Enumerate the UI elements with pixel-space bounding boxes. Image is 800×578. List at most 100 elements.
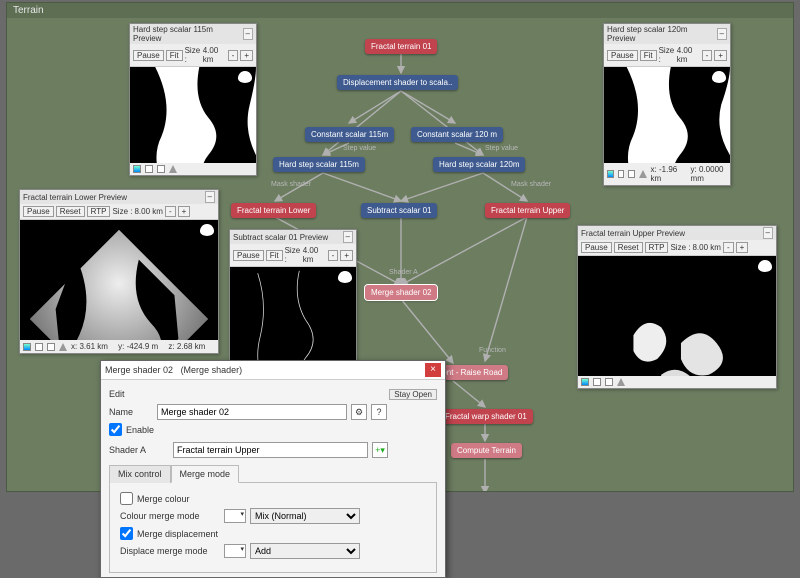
node-constant-scalar-120[interactable]: Constant scalar 120 m <box>411 127 503 142</box>
preview-collapse-button[interactable]: – <box>243 28 253 40</box>
size-plus-button[interactable]: + <box>714 50 727 61</box>
preview-image[interactable] <box>230 267 356 363</box>
size-label: Size : <box>285 246 301 264</box>
fit-button[interactable]: Fit <box>166 50 183 61</box>
size-plus-button[interactable]: + <box>178 206 191 217</box>
node-fractal-warp-01[interactable]: Fractal warp shader 01 <box>439 409 533 424</box>
status-y: y: -424.9 m <box>118 342 158 351</box>
node-compute-terrain[interactable]: Compute Terrain <box>451 443 522 458</box>
size-value: 8.00 km <box>134 207 162 216</box>
size-plus-button[interactable]: + <box>736 242 749 253</box>
node-subtract-scalar-01[interactable]: Subtract scalar 01 <box>361 203 437 218</box>
preview-fractal-lower[interactable]: Fractal terrain Lower Preview – Pause Res… <box>19 189 219 354</box>
preview-title: Fractal terrain Lower Preview <box>23 193 127 202</box>
settings-icon[interactable]: ⚙ <box>351 404 367 420</box>
tab-mix-control[interactable]: Mix control <box>109 465 171 483</box>
status-icon[interactable] <box>581 378 589 386</box>
stay-open-button[interactable]: Stay Open <box>389 389 437 400</box>
close-icon[interactable]: × <box>425 363 441 377</box>
status-icon[interactable] <box>157 165 165 173</box>
size-minus-button[interactable]: - <box>165 206 176 217</box>
merge-shader-dialog[interactable]: Merge shader 02 (Merge shader) × Edit St… <box>100 360 446 578</box>
colour-mode-label: Colour merge mode <box>120 511 220 521</box>
rtp-button[interactable]: RTP <box>87 206 111 217</box>
size-label: Size : <box>185 46 201 64</box>
node-hard-step-120[interactable]: Hard step scalar 120m <box>433 157 525 172</box>
status-icon[interactable] <box>169 165 177 173</box>
gradient-picker-icon[interactable] <box>224 544 246 558</box>
link-label-mask-right: Mask shader <box>511 181 551 188</box>
preview-hard-step-115[interactable]: Hard step scalar 115m Preview– Pause Fit… <box>129 23 257 176</box>
status-icon[interactable] <box>618 170 625 178</box>
tab-merge-mode[interactable]: Merge mode <box>171 465 240 483</box>
pause-button[interactable]: Pause <box>581 242 612 253</box>
menu-edit[interactable]: Edit <box>109 387 125 401</box>
size-plus-button[interactable]: + <box>340 250 353 261</box>
size-plus-button[interactable]: + <box>240 50 253 61</box>
node-displacement-to-scalar[interactable]: Displacement shader to scala.. <box>337 75 458 90</box>
link-label-step-value-2: Step value <box>485 145 518 152</box>
link-label-function: Function <box>479 347 506 354</box>
link-label-step-value: Step value <box>343 145 376 152</box>
reset-button[interactable]: Reset <box>56 206 85 217</box>
preview-image[interactable] <box>604 67 730 163</box>
merge-colour-checkbox[interactable] <box>120 492 133 505</box>
gradient-picker-icon[interactable] <box>224 509 246 523</box>
status-icon[interactable] <box>628 170 635 178</box>
pause-button[interactable]: Pause <box>133 50 164 61</box>
preview-title: Subtract scalar 01 Preview <box>233 233 328 242</box>
add-shader-icon[interactable]: +▾ <box>372 442 388 458</box>
node-fractal-lower[interactable]: Fractal terrain Lower <box>231 203 316 218</box>
name-input[interactable] <box>157 404 347 420</box>
reset-button[interactable]: Reset <box>614 242 643 253</box>
status-icon[interactable] <box>145 165 153 173</box>
size-minus-button[interactable]: - <box>723 242 734 253</box>
size-minus-button[interactable]: - <box>702 50 713 61</box>
dialog-title-type: (Merge shader) <box>181 365 243 375</box>
preview-collapse-button[interactable]: – <box>205 191 215 203</box>
status-icon[interactable] <box>617 378 625 386</box>
preview-title: Fractal terrain Upper Preview <box>581 229 685 238</box>
node-constant-scalar-115[interactable]: Constant scalar 115m <box>305 127 394 142</box>
terrain-icon <box>238 71 252 83</box>
status-icon[interactable] <box>607 170 614 178</box>
preview-hard-step-120[interactable]: Hard step scalar 120m Preview– Pause Fit… <box>603 23 731 186</box>
rtp-button[interactable]: RTP <box>645 242 669 253</box>
preview-collapse-button[interactable]: – <box>763 227 773 239</box>
merge-displacement-checkbox[interactable] <box>120 527 133 540</box>
status-icon[interactable] <box>639 170 647 178</box>
preview-collapse-button[interactable]: – <box>343 231 353 243</box>
enable-label: Enable <box>126 425 154 435</box>
displace-mode-select[interactable]: Add <box>250 543 360 559</box>
node-hard-step-115[interactable]: Hard step scalar 115m <box>273 157 365 172</box>
node-fractal-upper[interactable]: Fractal terrain Upper <box>485 203 570 218</box>
pause-button[interactable]: Pause <box>233 250 264 261</box>
preview-image[interactable] <box>578 256 776 376</box>
pause-button[interactable]: Pause <box>607 50 638 61</box>
fit-button[interactable]: Fit <box>266 250 283 261</box>
status-icon[interactable] <box>59 343 67 351</box>
shader-a-input[interactable] <box>173 442 368 458</box>
status-icon[interactable] <box>23 343 31 351</box>
enable-checkbox[interactable] <box>109 423 122 436</box>
terrain-icon <box>758 260 772 272</box>
size-minus-button[interactable]: - <box>328 250 339 261</box>
help-icon[interactable]: ? <box>371 404 387 420</box>
status-icon[interactable] <box>47 343 55 351</box>
status-icon[interactable] <box>593 378 601 386</box>
node-fractal-terrain-01[interactable]: Fractal terrain 01 <box>365 39 437 54</box>
preview-collapse-button[interactable]: – <box>717 28 727 40</box>
preview-title: Hard step scalar 115m Preview <box>133 25 243 43</box>
pause-button[interactable]: Pause <box>23 206 54 217</box>
panel-title: Terrain <box>7 3 793 18</box>
status-icon[interactable] <box>605 378 613 386</box>
preview-image[interactable] <box>20 220 218 340</box>
status-icon[interactable] <box>133 165 141 173</box>
node-merge-shader-02[interactable]: Merge shader 02 <box>365 285 437 300</box>
preview-image[interactable] <box>130 67 256 163</box>
fit-button[interactable]: Fit <box>640 50 657 61</box>
colour-mode-select[interactable]: Mix (Normal) <box>250 508 360 524</box>
preview-fractal-upper[interactable]: Fractal terrain Upper Preview – Pause Res… <box>577 225 777 389</box>
size-minus-button[interactable]: - <box>228 50 239 61</box>
status-icon[interactable] <box>35 343 43 351</box>
